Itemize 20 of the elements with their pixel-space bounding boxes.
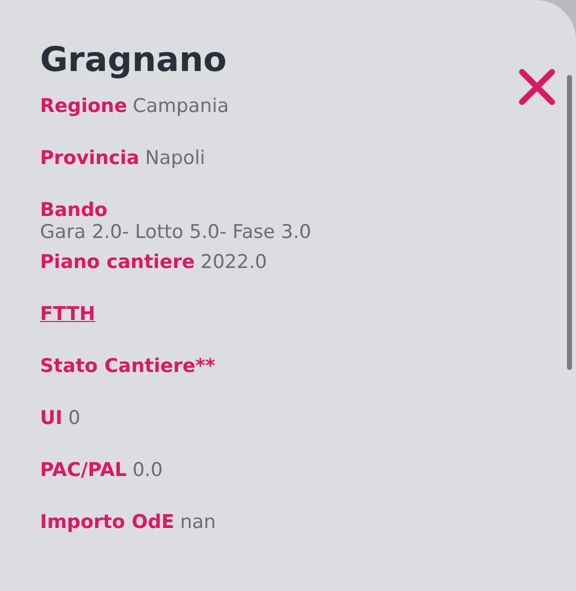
field-label: Regione: [40, 95, 128, 117]
field-label: Stato Cantiere**: [40, 355, 216, 377]
field-value: 2022.0: [200, 251, 267, 273]
field-label: Importo OdE: [40, 511, 174, 533]
field-label: Piano cantiere: [40, 251, 195, 273]
field-value: Napoli: [145, 147, 206, 169]
close-icon: [518, 68, 556, 106]
field-link[interactable]: FTTH: [40, 303, 96, 325]
place-title: Gragnano: [40, 40, 228, 80]
field-value: 0: [68, 407, 80, 429]
field-value: 0.0: [132, 459, 163, 481]
scrollbar[interactable]: [567, 75, 572, 370]
close-button[interactable]: [518, 68, 556, 106]
field-label: Provincia: [40, 147, 140, 169]
field-label: UI: [40, 407, 62, 429]
field-value: Campania: [132, 95, 229, 117]
field-value: nan: [180, 511, 216, 533]
field-label: PAC/PAL: [40, 459, 127, 481]
field-value: Gara 2.0- Lotto 5.0- Fase 3.0: [40, 220, 312, 244]
field-label: Bando: [40, 198, 108, 222]
